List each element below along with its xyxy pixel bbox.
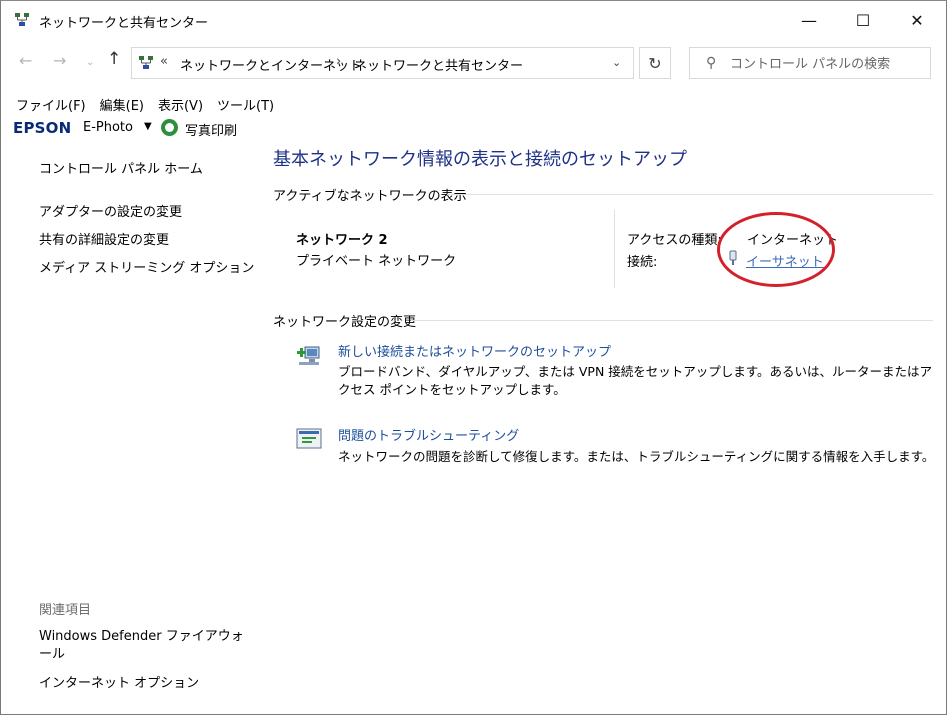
menu-file[interactable]: ファイル(F)	[16, 95, 86, 114]
minimize-icon: —	[801, 10, 817, 30]
photo-print-button[interactable]: 写真印刷	[185, 120, 237, 139]
maximize-icon: ☐	[855, 10, 871, 30]
breadcrumb-sharing-center[interactable]: ネットワークと共有センター	[354, 55, 523, 74]
network-sharing-center-window: ネットワークと共有センター — ☐ ✕ ← → ⌄ ↑ « ネットワークとインタ…	[0, 0, 947, 715]
window-title: ネットワークと共有センター	[39, 16, 209, 31]
change-settings-header: ネットワーク設定の変更	[273, 315, 417, 330]
title-bar[interactable]: ネットワークと共有センター — ☐ ✕	[1, 1, 946, 39]
chevron-down-icon[interactable]: ⌄	[612, 56, 621, 69]
setup-new-connection-description: ブロードバンド、ダイヤルアップ、または VPN 接続をセットアップします。あるい…	[338, 364, 933, 397]
network-category: プライベート ネットワーク	[296, 254, 457, 269]
sidebar-internet-options[interactable]: インターネット オプション	[39, 672, 199, 691]
search-icon: ⚲	[706, 55, 717, 71]
maximize-button[interactable]: ☐	[837, 1, 889, 39]
sidebar-defender-firewall[interactable]: Windows Defender ファイアウォール	[39, 628, 249, 664]
up-arrow-icon[interactable]: ↑	[107, 49, 121, 69]
refresh-button[interactable]: ↻	[639, 47, 671, 79]
network-divider	[614, 210, 615, 288]
section-divider	[447, 194, 933, 195]
refresh-icon: ↻	[648, 53, 662, 73]
breadcrumb-network-internet[interactable]: ネットワークとインターネット	[180, 55, 362, 74]
recent-locations-chevron-icon[interactable]: ⌄	[86, 57, 94, 68]
sidebar-control-panel-home[interactable]: コントロール パネル ホーム	[39, 158, 203, 177]
network-name: ネットワーク 2	[296, 233, 388, 248]
photo-print-icon[interactable]	[161, 119, 178, 136]
address-bar[interactable]: « ネットワークとインターネット › ネットワークと共有センター ⌄	[131, 47, 634, 79]
search-input[interactable]	[728, 53, 927, 75]
menu-view[interactable]: 表示(V)	[158, 95, 203, 114]
forward-arrow-icon[interactable]: →	[53, 51, 66, 70]
troubleshoot-problems-description: ネットワークの問題を診断して修復します。または、トラブルシューティングに関する情…	[338, 449, 935, 464]
new-connection-icon	[297, 346, 320, 365]
setup-new-connection-link[interactable]: 新しい接続またはネットワークのセットアップ	[338, 341, 611, 360]
related-items-header: 関連項目	[39, 603, 92, 618]
dropdown-triangle-icon[interactable]: ▼	[144, 121, 152, 132]
epson-logo: EPSON	[13, 119, 72, 137]
menu-tools[interactable]: ツール(T)	[217, 95, 274, 114]
breadcrumb-separator[interactable]: ›	[336, 54, 341, 69]
back-arrow-icon[interactable]: ←	[19, 51, 32, 70]
ephoto-button[interactable]: E-Photo	[83, 120, 133, 135]
connection-label: 接続:	[627, 255, 658, 270]
section-divider	[411, 320, 933, 321]
network-icon	[15, 13, 29, 26]
search-box[interactable]: ⚲	[689, 47, 931, 79]
sidebar-media-streaming-options[interactable]: メディア ストリーミング オプション	[39, 257, 254, 276]
access-type-label: アクセスの種類:	[627, 233, 722, 248]
highlight-circle-annotation	[717, 212, 835, 287]
sidebar-change-adapter-settings[interactable]: アダプターの設定の変更	[39, 201, 182, 220]
troubleshoot-problems-link[interactable]: 問題のトラブルシューティング	[338, 425, 519, 444]
active-networks-header: アクティブなネットワークの表示	[273, 189, 467, 204]
menu-bar: ファイル(F) 編集(E) 表示(V) ツール(T)	[16, 95, 288, 114]
network-icon	[139, 56, 153, 69]
close-icon: ✕	[910, 10, 924, 30]
menu-edit[interactable]: 編集(E)	[100, 95, 144, 114]
breadcrumb-overflow[interactable]: «	[160, 54, 168, 69]
sidebar-advanced-sharing-settings[interactable]: 共有の詳細設定の変更	[39, 229, 169, 248]
minimize-button[interactable]: —	[783, 1, 835, 39]
page-title: 基本ネットワーク情報の表示と接続のセットアップ	[273, 149, 687, 170]
close-button[interactable]: ✕	[891, 1, 943, 39]
troubleshoot-icon	[296, 428, 322, 449]
